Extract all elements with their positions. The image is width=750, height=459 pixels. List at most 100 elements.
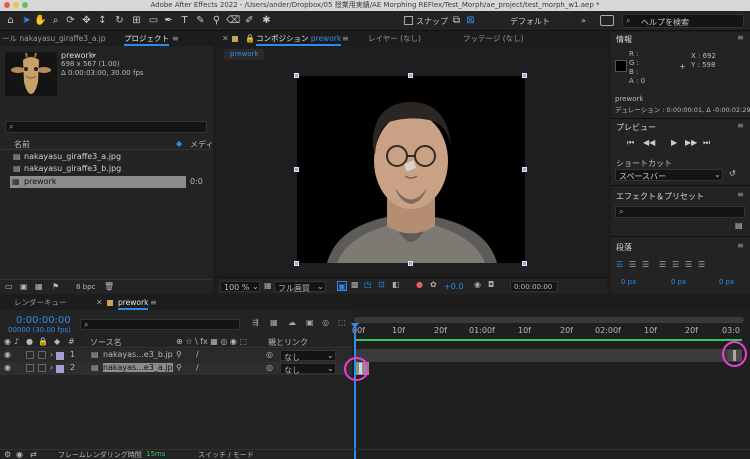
layer-name[interactable]: nakayas...e3_b.jpg (103, 350, 173, 359)
layer-label-color[interactable] (56, 365, 64, 373)
layer-1-track[interactable] (355, 349, 742, 362)
roto-brush-icon[interactable]: ✐ (243, 14, 256, 27)
panel-menu-icon[interactable]: ≡ (342, 34, 349, 43)
justify-last-left-icon[interactable]: ☰ (659, 260, 666, 269)
work-area-bar[interactable] (355, 339, 742, 341)
parent-link-header[interactable]: 親とリンク (268, 337, 308, 348)
solo-switch[interactable] (26, 364, 34, 372)
close-tab-icon[interactable]: ✕ (96, 298, 103, 307)
shy-switch-icon[interactable]: ⚲ (176, 363, 182, 372)
transform-handle[interactable] (294, 167, 299, 172)
quality-switch-icon[interactable]: / (196, 350, 199, 359)
snap-checkbox[interactable] (404, 16, 413, 25)
maximize-window-icon[interactable] (22, 2, 28, 8)
name-column-header[interactable]: 名前 (14, 139, 30, 150)
draft-3d-icon[interactable]: ▦ (270, 318, 278, 327)
puppet-pin-icon[interactable]: ✱ (260, 14, 273, 27)
snap-option-icon[interactable]: ⧉ (450, 14, 463, 27)
camera-snapshot-icon[interactable]: ◉ (474, 280, 481, 289)
snapshot-settings-icon[interactable]: ▦ (264, 281, 272, 290)
pick-whip-icon[interactable]: ◎ (266, 350, 273, 359)
indent-left-value[interactable]: 0 px (621, 278, 636, 286)
layer-row[interactable]: ◉ › 2 ▤ nakayas...e3_a.jpg ⚲ / ◎ なし ⌄ (0, 362, 352, 375)
hand-tool-icon[interactable]: ✋ (34, 14, 47, 27)
mask-visibility-icon[interactable]: ◳ (364, 280, 372, 289)
exposure-reset-icon[interactable]: ✿ (430, 280, 437, 289)
frame-blending-icon[interactable]: ▣ (306, 318, 314, 327)
workspace-menu-icon[interactable]: » (581, 16, 586, 25)
composition-mini-flowchart-icon[interactable]: ⇶ (252, 318, 259, 327)
layer-label-color[interactable] (56, 352, 64, 360)
label-column-icon[interactable]: ◆ (54, 337, 60, 346)
composition-tab[interactable]: コンポジション prework (256, 32, 342, 46)
comp-timeline-tab[interactable]: prework (118, 296, 149, 310)
render-queue-tab[interactable]: レンダーキュー (14, 296, 67, 310)
project-item-row-selected[interactable]: ▦ prework (10, 176, 186, 188)
current-timecode[interactable]: 0:00:00:00 (16, 315, 71, 326)
color-management-icon[interactable]: ● (416, 280, 423, 289)
toggle-switches-icon[interactable]: ⚙ (4, 450, 11, 459)
transform-handle[interactable] (408, 261, 413, 266)
panel-menu-icon[interactable]: ≡ (737, 241, 744, 250)
playhead[interactable] (354, 329, 356, 459)
shy-switch-icon[interactable]: ⚲ (176, 350, 182, 359)
lock-column-icon[interactable]: 🔒 (38, 337, 48, 346)
visibility-eye-icon[interactable]: ◉ (4, 363, 11, 372)
video-switch-icon[interactable]: ◉ (4, 337, 11, 346)
clone-stamp-icon[interactable]: ⚲ (210, 14, 223, 27)
show-snapshot-icon[interactable]: ◘ (488, 280, 494, 289)
project-item-row[interactable]: ▤ nakayasu_giraffe3_b.jpg (0, 163, 213, 175)
new-preset-icon[interactable]: ▤ (735, 221, 743, 230)
selected-item-dropdown-icon[interactable]: ▾ (92, 51, 96, 60)
source-name-header[interactable]: ソース名 (90, 337, 122, 348)
panel-menu-icon[interactable]: ≡ (737, 121, 744, 130)
help-search-input[interactable]: ⌕ ヘルプを検索 (622, 14, 744, 28)
timeline-search-input[interactable]: ⌕ (80, 319, 240, 330)
reset-icon[interactable]: ↺ (729, 169, 736, 178)
toggle-modes-icon[interactable]: ◉ (16, 450, 23, 459)
label-column-icon[interactable]: ◆ (176, 139, 182, 148)
quality-switch-icon[interactable]: / (196, 363, 199, 372)
anchor-tool-icon[interactable]: ⊞ (130, 14, 143, 27)
dolly-tool-icon[interactable]: ↕ (96, 14, 109, 27)
new-folder-icon[interactable]: ▣ (20, 282, 28, 291)
close-tab-icon[interactable]: ✕ (222, 34, 229, 43)
justify-all-icon[interactable]: ☰ (698, 260, 705, 269)
next-frame-icon[interactable]: ▶▶ (685, 138, 697, 147)
layer-viewer-tab[interactable]: レイヤー (なし) (368, 32, 421, 46)
align-right-icon[interactable]: ☰ (642, 260, 649, 269)
trash-icon[interactable]: 🗑 (104, 282, 114, 291)
workspace-switch-icon[interactable] (600, 15, 614, 26)
brush-tool-icon[interactable]: ✎ (194, 14, 207, 27)
pick-whip-icon[interactable]: ◎ (266, 363, 273, 372)
bpc-indicator[interactable]: 8 bpc (76, 283, 95, 291)
time-ruler[interactable]: 00f 10f 20f 01:00f 10f 20f 02:00f 10f 20… (352, 324, 750, 338)
align-left-icon[interactable]: ☰ (616, 260, 623, 269)
playhead-handle-icon[interactable] (351, 323, 359, 329)
viewer-timecode[interactable]: 0:00:00:00 (510, 281, 558, 292)
number-column-icon[interactable]: # (68, 337, 75, 346)
pen-tool-icon[interactable]: ✒ (162, 14, 175, 27)
comp-breadcrumb[interactable]: prework (224, 49, 265, 60)
guides-icon[interactable]: ⊡ (378, 280, 385, 289)
project-tab[interactable]: プロジェクト (124, 32, 169, 46)
justify-last-center-icon[interactable]: ☰ (672, 260, 679, 269)
expand-layer-icon[interactable]: › (50, 350, 53, 359)
media-column-header[interactable]: メディ (190, 139, 213, 150)
home-icon[interactable]: ⌂ (4, 14, 17, 27)
play-icon[interactable]: ▶ (671, 138, 677, 147)
switches-header-icon[interactable]: ⊕ ☆ \ fx ▦ ◎ ◉ ⬚ (176, 337, 247, 346)
minimize-window-icon[interactable] (13, 2, 19, 8)
solo-icon[interactable]: ● (26, 337, 33, 346)
transform-handle[interactable] (408, 73, 413, 78)
audio-switch-icon[interactable]: ♪ (14, 337, 19, 346)
orbit-tool-icon[interactable]: ⟳ (64, 14, 77, 27)
footage-viewer-tab[interactable]: ール nakayasu_giraffe3_a.jpg (2, 32, 106, 46)
expand-layer-icon[interactable]: › (50, 363, 53, 372)
eraser-tool-icon[interactable]: ⌫ (226, 14, 240, 27)
transform-handle[interactable] (522, 73, 527, 78)
last-frame-icon[interactable]: ⏭ (703, 138, 710, 148)
rectangle-tool-icon[interactable]: ▭ (147, 14, 160, 27)
close-window-icon[interactable] (4, 2, 10, 8)
layer-row[interactable]: ◉ › 1 ▤ nakayas...e3_b.jpg ⚲ / ◎ なし ⌄ (0, 349, 352, 362)
